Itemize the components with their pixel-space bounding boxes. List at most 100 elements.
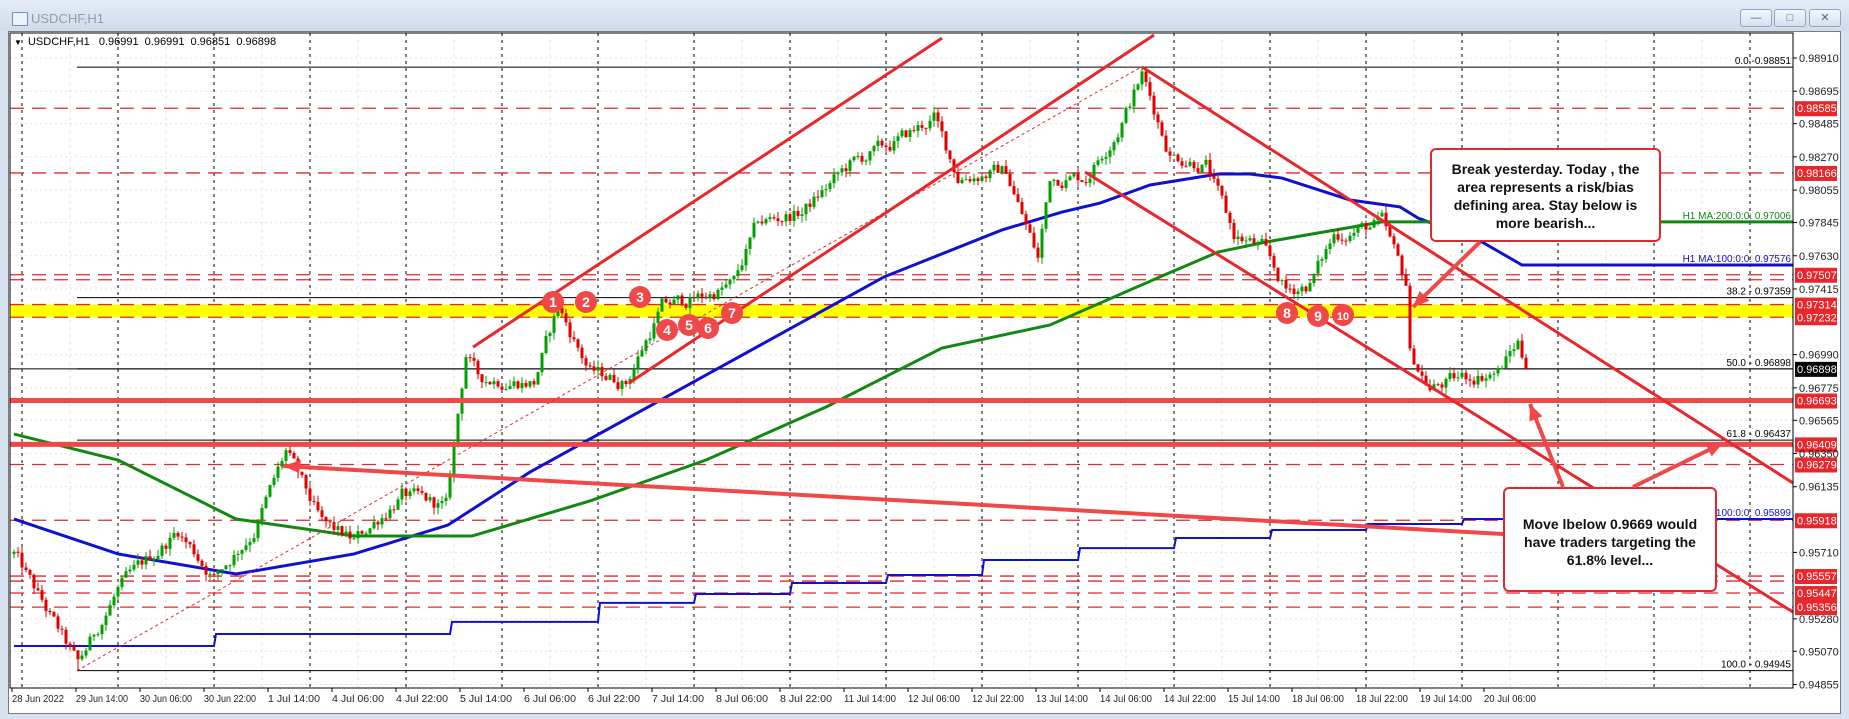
candle-body: [612, 374, 616, 383]
candle-body: [1260, 239, 1264, 242]
candle-body: [668, 302, 672, 305]
candle: [1240, 233, 1244, 244]
candle-body: [652, 323, 656, 339]
candle-body: [12, 551, 16, 554]
candle: [124, 567, 128, 578]
candle-body: [1168, 151, 1172, 156]
candle: [276, 462, 280, 482]
candle: [576, 338, 580, 352]
candle: [764, 217, 768, 226]
candle-body: [520, 382, 524, 389]
price-chart[interactable]: 1 2 3 4 5 67 8 9 10 0.0 -0.98851 38.2 - 0.97359 50…: [0, 0, 1849, 719]
candle-body: [84, 650, 88, 656]
candle-body: [224, 565, 228, 570]
symbol-info: ▼ USDCHF,H1 0.96991 0.96991 0.96851 0.96…: [14, 36, 279, 48]
candle: [380, 513, 384, 529]
candle-body: [156, 555, 160, 560]
candle: [956, 166, 960, 184]
y-tick-label: 0.94855: [1799, 679, 1839, 691]
candle: [1392, 233, 1396, 249]
candle-body: [1300, 286, 1304, 292]
candle-body: [948, 150, 952, 160]
x-tick-label: 12 Jul 06:00: [908, 694, 960, 705]
candle: [832, 168, 836, 189]
candle: [616, 376, 620, 391]
candle: [496, 379, 500, 389]
candle-body: [1140, 71, 1144, 85]
numbered-touch-marker: 10: [1332, 304, 1354, 326]
candle: [568, 318, 572, 344]
candle-body: [1440, 384, 1444, 388]
candle-body: [1364, 223, 1368, 230]
candle-body: [16, 551, 20, 553]
candle-body: [700, 293, 704, 297]
candle-body: [52, 612, 56, 617]
candle-body: [524, 382, 528, 387]
candle: [1316, 254, 1320, 278]
candle: [872, 145, 876, 156]
candle-body: [1248, 238, 1252, 241]
candle: [664, 295, 668, 304]
candle-body: [688, 297, 692, 308]
candle-body: [208, 573, 212, 575]
candle: [780, 220, 784, 227]
candle-body: [188, 542, 192, 545]
info-close: 0.96898: [236, 36, 277, 48]
candle-body: [1332, 234, 1336, 244]
candle: [1052, 178, 1056, 187]
candle-body: [1268, 245, 1272, 257]
level-price-label: 0.95356: [1797, 602, 1837, 614]
candle: [588, 362, 592, 370]
candle: [1160, 120, 1164, 137]
candle-body: [896, 136, 900, 142]
candle: [1012, 180, 1016, 196]
candle-body: [1256, 241, 1260, 244]
candle-body: [792, 210, 796, 221]
candle-body: [1116, 137, 1120, 143]
candle-body: [1212, 175, 1216, 179]
candle-body: [40, 590, 44, 600]
candle: [52, 610, 56, 618]
candle: [840, 165, 844, 176]
candle-body: [160, 545, 164, 556]
candle: [904, 129, 908, 138]
candle-body: [876, 140, 880, 146]
collapse-arrow-icon[interactable]: ▼: [14, 38, 22, 47]
long-trendline-arrow[interactable]: [282, 464, 1504, 537]
marker-label: 9: [1314, 308, 1322, 324]
candle-body: [1024, 214, 1028, 225]
candle-body: [1420, 371, 1424, 376]
candle-body: [468, 357, 472, 359]
candle: [120, 576, 124, 591]
marker-label: 1: [549, 294, 557, 310]
candle-body: [340, 526, 344, 536]
candle-body: [1476, 376, 1480, 385]
candle-body: [320, 510, 324, 517]
candle-body: [440, 501, 444, 504]
candle: [824, 184, 828, 197]
candle-body: [192, 544, 196, 555]
candle: [1372, 217, 1376, 228]
candle-body: [1180, 161, 1184, 166]
candle-body: [1472, 380, 1476, 385]
candle-body: [576, 339, 580, 348]
candle-body: [368, 528, 372, 534]
candle-body: [1396, 244, 1400, 256]
candle-body: [1172, 154, 1176, 156]
candle-body: [292, 452, 296, 459]
candle: [424, 492, 428, 502]
callout-line: 61.8% level...: [1566, 552, 1654, 568]
candle-body: [780, 221, 784, 223]
candle-body: [180, 536, 184, 538]
y-tick-label: 0.96775: [1799, 383, 1839, 395]
candle-body: [336, 526, 340, 530]
candle-body: [740, 265, 744, 271]
candle-body: [492, 381, 496, 385]
candle: [1220, 185, 1224, 200]
candle-body: [756, 221, 760, 223]
candle: [1292, 284, 1296, 299]
candle-body: [244, 545, 248, 550]
candle-body: [984, 176, 988, 179]
candle: [1020, 197, 1024, 215]
candle-body: [1228, 212, 1232, 223]
